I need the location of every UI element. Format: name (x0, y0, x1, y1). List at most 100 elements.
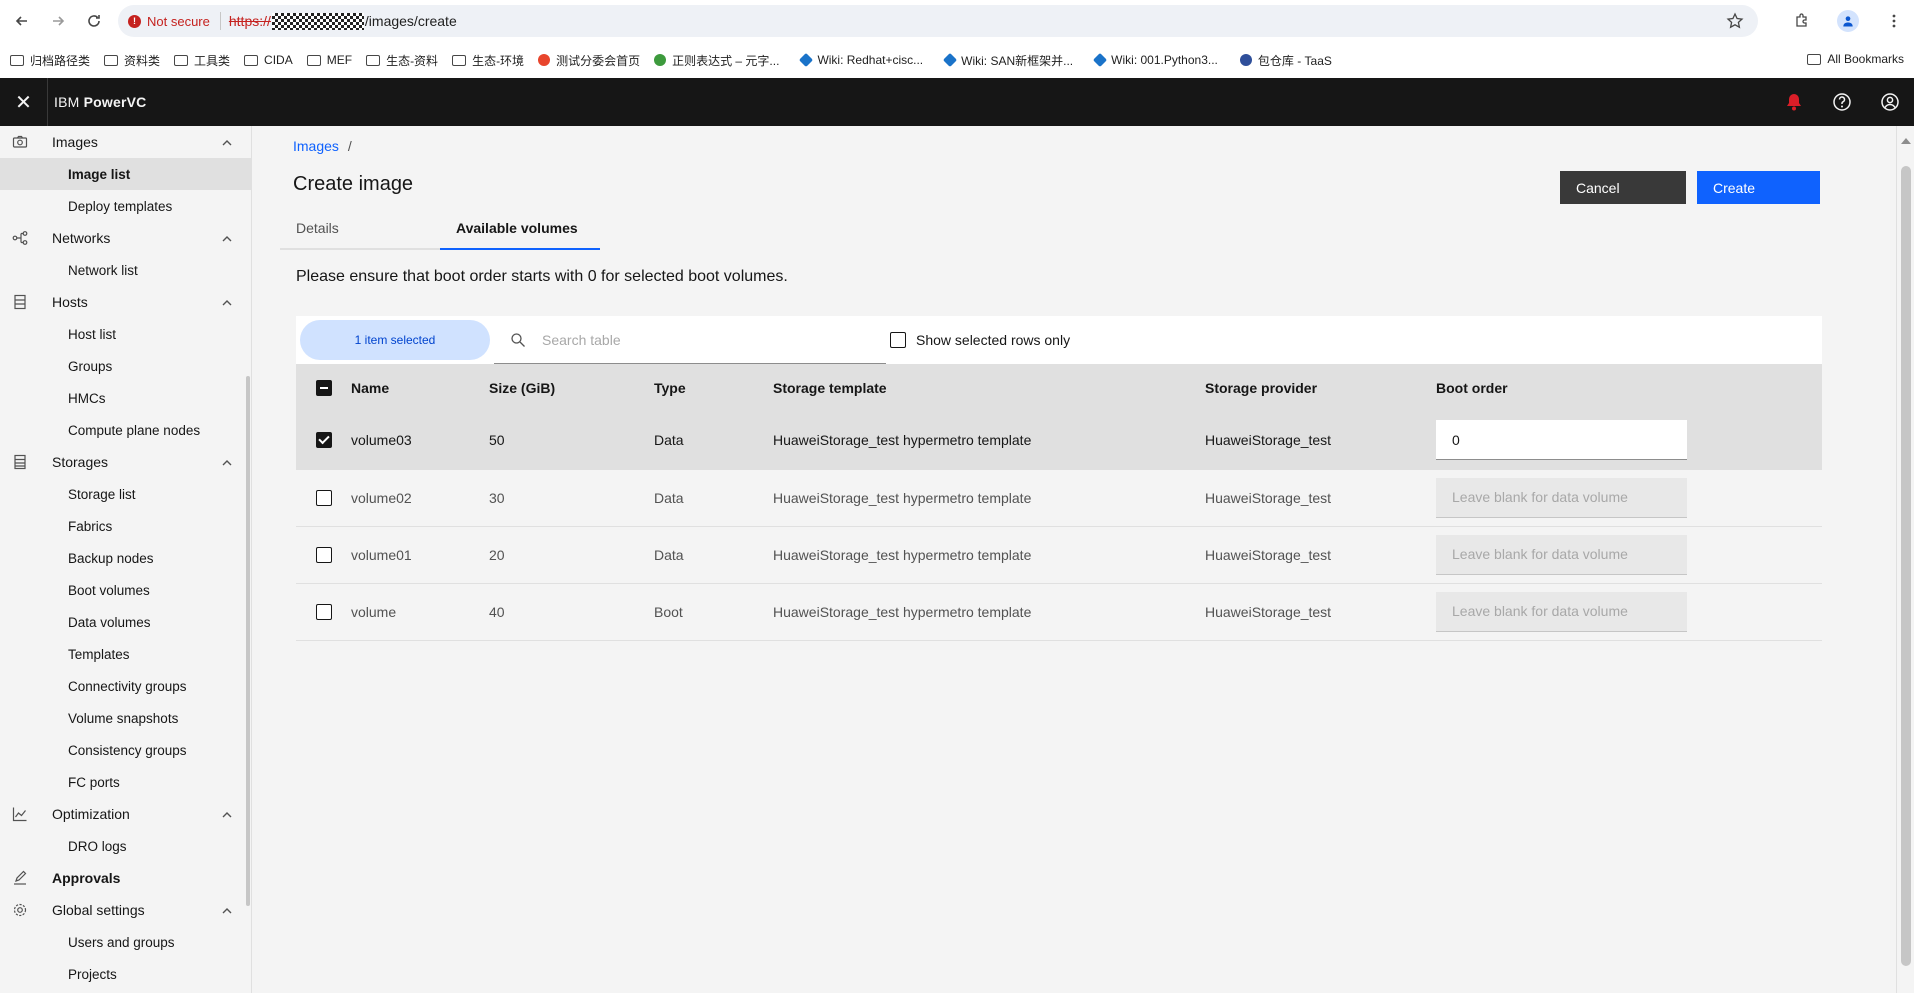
scroll-up-icon[interactable] (1901, 138, 1911, 144)
tab-available-volumes[interactable]: Available volumes (440, 208, 600, 250)
cancel-button[interactable]: Cancel (1560, 171, 1686, 204)
sidebar-group-approvals[interactable]: Approvals (0, 862, 251, 894)
sidebar-item-dro-logs[interactable]: DRO logs (0, 830, 251, 862)
security-indicator[interactable]: ! Not secure (128, 14, 210, 29)
bookmark-star-icon[interactable] (1726, 12, 1744, 35)
sidebar-item-fc-ports[interactable]: FC ports (0, 766, 251, 798)
app-title[interactable]: IBM PowerVC (54, 94, 146, 110)
sidebar-item-projects[interactable]: Projects (0, 958, 251, 990)
sidebar-item-data-volumes[interactable]: Data volumes (0, 606, 251, 638)
cell-boot-order (1436, 583, 1822, 641)
sidebar-item-users-and-groups[interactable]: Users and groups (0, 926, 251, 958)
column-header-name[interactable]: Name (351, 364, 489, 412)
sidebar-group-optimization[interactable]: Optimization (0, 798, 251, 830)
create-button[interactable]: Create (1697, 171, 1820, 204)
table-row[interactable]: volume02 30 Data HuaweiStorage_test hype… (296, 469, 1822, 527)
row-checkbox[interactable] (316, 489, 332, 506)
bookmark-6[interactable]: 生态-环境 (452, 52, 524, 69)
close-menu-icon[interactable]: ✕ (0, 78, 48, 126)
column-header-type[interactable]: Type (654, 364, 773, 412)
show-selected-checkbox[interactable] (890, 332, 906, 348)
sidebar-item-volume-snapshots[interactable]: Volume snapshots (0, 702, 251, 734)
boot-order-input[interactable] (1436, 591, 1687, 632)
profile-icon[interactable] (1832, 5, 1864, 37)
bookmark-9[interactable]: Wiki: Redhat+cisc... (799, 52, 923, 68)
column-header-boot-order[interactable]: Boot order (1436, 364, 1822, 412)
sidebar-item-image-list[interactable]: Image list (0, 158, 251, 190)
sidebar-item-connectivity-groups[interactable]: Connectivity groups (0, 670, 251, 702)
cell-storage-provider: HuaweiStorage_test (1205, 526, 1436, 584)
sidebar-group-global-settings[interactable]: Global settings (0, 894, 251, 926)
notification-bell-icon[interactable] (1770, 78, 1818, 126)
sidebar-item-backup-nodes[interactable]: Backup nodes (0, 542, 251, 574)
column-header-storage-provider[interactable]: Storage provider (1205, 364, 1436, 412)
site-favicon-icon (538, 54, 551, 66)
reload-icon[interactable] (80, 7, 108, 35)
sidebar-item-hmcs[interactable]: HMCs (0, 382, 251, 414)
row-checkbox[interactable] (316, 432, 332, 449)
app-header: ✕ IBM PowerVC (0, 78, 1914, 126)
boot-order-input[interactable] (1436, 534, 1687, 575)
back-icon[interactable] (8, 7, 36, 35)
sidebar-item-consistency-groups[interactable]: Consistency groups (0, 734, 251, 766)
sidebar-group-networks[interactable]: Networks (0, 222, 251, 254)
row-checkbox[interactable] (316, 546, 332, 563)
table-row[interactable]: volume01 20 Data HuaweiStorage_test hype… (296, 526, 1822, 584)
scrollbar-thumb[interactable] (1901, 166, 1911, 966)
bookmark-8[interactable]: 正则表达式 – 元字... (654, 52, 779, 69)
bookmark-7[interactable]: 测试分委会首页 (538, 52, 640, 69)
sidebar-item-host-list[interactable]: Host list (0, 318, 251, 350)
cell-storage-template: HuaweiStorage_test hypermetro template (773, 469, 1205, 527)
server-icon (12, 294, 28, 310)
bookmark-3[interactable]: CIDA (244, 53, 293, 67)
sidebar-item-templates[interactable]: Templates (0, 638, 251, 670)
sidebar-item-network-list[interactable]: Network list (0, 254, 251, 286)
bookmark-12[interactable]: 包仓库 - TaaS (1239, 52, 1332, 69)
bookmark-2[interactable]: 工具类 (174, 52, 230, 69)
sidebar-item-deploy-templates[interactable]: Deploy templates (0, 190, 251, 222)
column-header-size[interactable]: Size (GiB) (489, 364, 654, 412)
boot-order-input[interactable] (1436, 420, 1687, 461)
forward-icon[interactable] (44, 7, 72, 35)
sidebar-group-hosts[interactable]: Hosts (0, 286, 251, 318)
sidebar-group-storages[interactable]: Storages (0, 446, 251, 478)
help-icon[interactable] (1818, 78, 1866, 126)
sidebar-item-boot-volumes[interactable]: Boot volumes (0, 574, 251, 606)
select-all-checkbox[interactable] (316, 380, 332, 396)
row-select-cell (296, 412, 351, 470)
sidebar-group-images[interactable]: Images (0, 126, 251, 158)
bookmark-5[interactable]: 生态-资料 (366, 52, 438, 69)
sidebar-scrollbar[interactable] (246, 376, 250, 906)
bookmark-11[interactable]: Wiki: 001.Python3... (1093, 52, 1218, 68)
network-icon (12, 230, 28, 246)
search-icon (510, 332, 526, 348)
browser-menu-icon[interactable] (1878, 5, 1910, 37)
cell-type: Data (654, 526, 773, 584)
sidebar-item-storage-list[interactable]: Storage list (0, 478, 251, 510)
bookmark-10[interactable]: Wiki: SAN新框架并... (943, 52, 1073, 69)
column-header-storage-template[interactable]: Storage template (773, 364, 1205, 412)
cell-name: volume (351, 583, 489, 641)
tab-details[interactable]: Details (280, 208, 440, 250)
bookmark-1[interactable]: 资料类 (104, 52, 160, 69)
sidebar-item-compute-plane-nodes[interactable]: Compute plane nodes (0, 414, 251, 446)
all-bookmarks[interactable]: All Bookmarks (1807, 52, 1904, 66)
header-actions (1770, 78, 1914, 126)
show-selected-toggle[interactable]: Show selected rows only (890, 316, 1070, 364)
table-row[interactable]: volume03 50 Data HuaweiStorage_test hype… (296, 412, 1822, 470)
breadcrumb-images-link[interactable]: Images (293, 138, 339, 154)
table-row[interactable]: volume 40 Boot HuaweiStorage_test hyperm… (296, 583, 1822, 641)
address-bar[interactable]: ! Not secure https:// /images/create (118, 5, 1758, 37)
user-avatar-icon[interactable] (1866, 78, 1914, 126)
bookmark-0[interactable]: 归档路径类 (10, 52, 90, 69)
sidebar-item-fabrics[interactable]: Fabrics (0, 510, 251, 542)
extensions-icon[interactable] (1786, 5, 1818, 37)
row-checkbox[interactable] (316, 603, 332, 620)
search-input[interactable] (542, 331, 862, 348)
page-scrollbar[interactable] (1896, 126, 1914, 993)
bookmark-4[interactable]: MEF (306, 53, 352, 67)
url-text[interactable]: https:// /images/create (229, 12, 457, 30)
boot-order-input[interactable] (1436, 477, 1687, 518)
main-content: Images / Create image Cancel Create Deta… (252, 126, 1896, 993)
sidebar-item-groups[interactable]: Groups (0, 350, 251, 382)
